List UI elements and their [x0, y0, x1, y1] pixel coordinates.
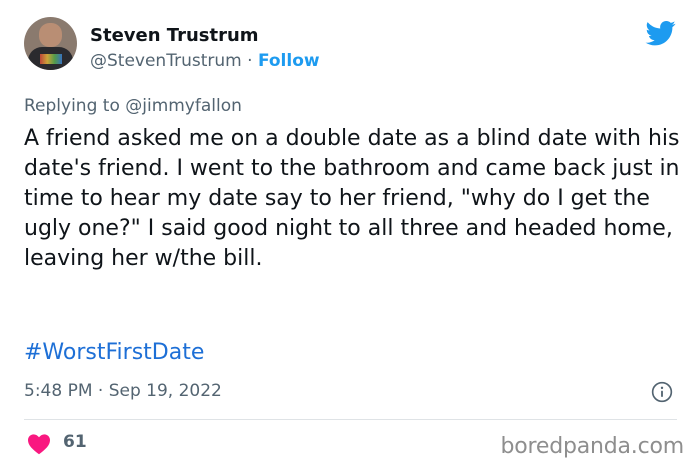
tweet-text: A friend asked me on a double date as a … [24, 126, 680, 271]
author-handle[interactable]: @StevenTrustrum [90, 51, 242, 71]
info-icon[interactable] [651, 381, 673, 403]
reply-context[interactable]: Replying to @jimmyfallon [24, 96, 242, 116]
source-watermark: boredpanda.com [500, 434, 684, 459]
author-name[interactable]: Steven Trustrum [90, 25, 259, 46]
avatar-face [39, 23, 62, 47]
twitter-bird-icon[interactable] [645, 18, 677, 48]
handle-separator: · [241, 51, 258, 71]
follow-button[interactable]: Follow [258, 51, 320, 71]
hashtag-link[interactable]: #WorstFirstDate [24, 340, 204, 365]
author-avatar[interactable] [24, 17, 77, 70]
tweet-timestamp[interactable]: 5:48 PM · Sep 19, 2022 [24, 381, 222, 401]
author-handle-row: @StevenTrustrum · Follow [90, 51, 320, 71]
divider [24, 419, 677, 420]
like-count[interactable]: 61 [63, 432, 87, 452]
heart-icon[interactable] [27, 433, 51, 455]
avatar-shirt-print [40, 54, 62, 64]
